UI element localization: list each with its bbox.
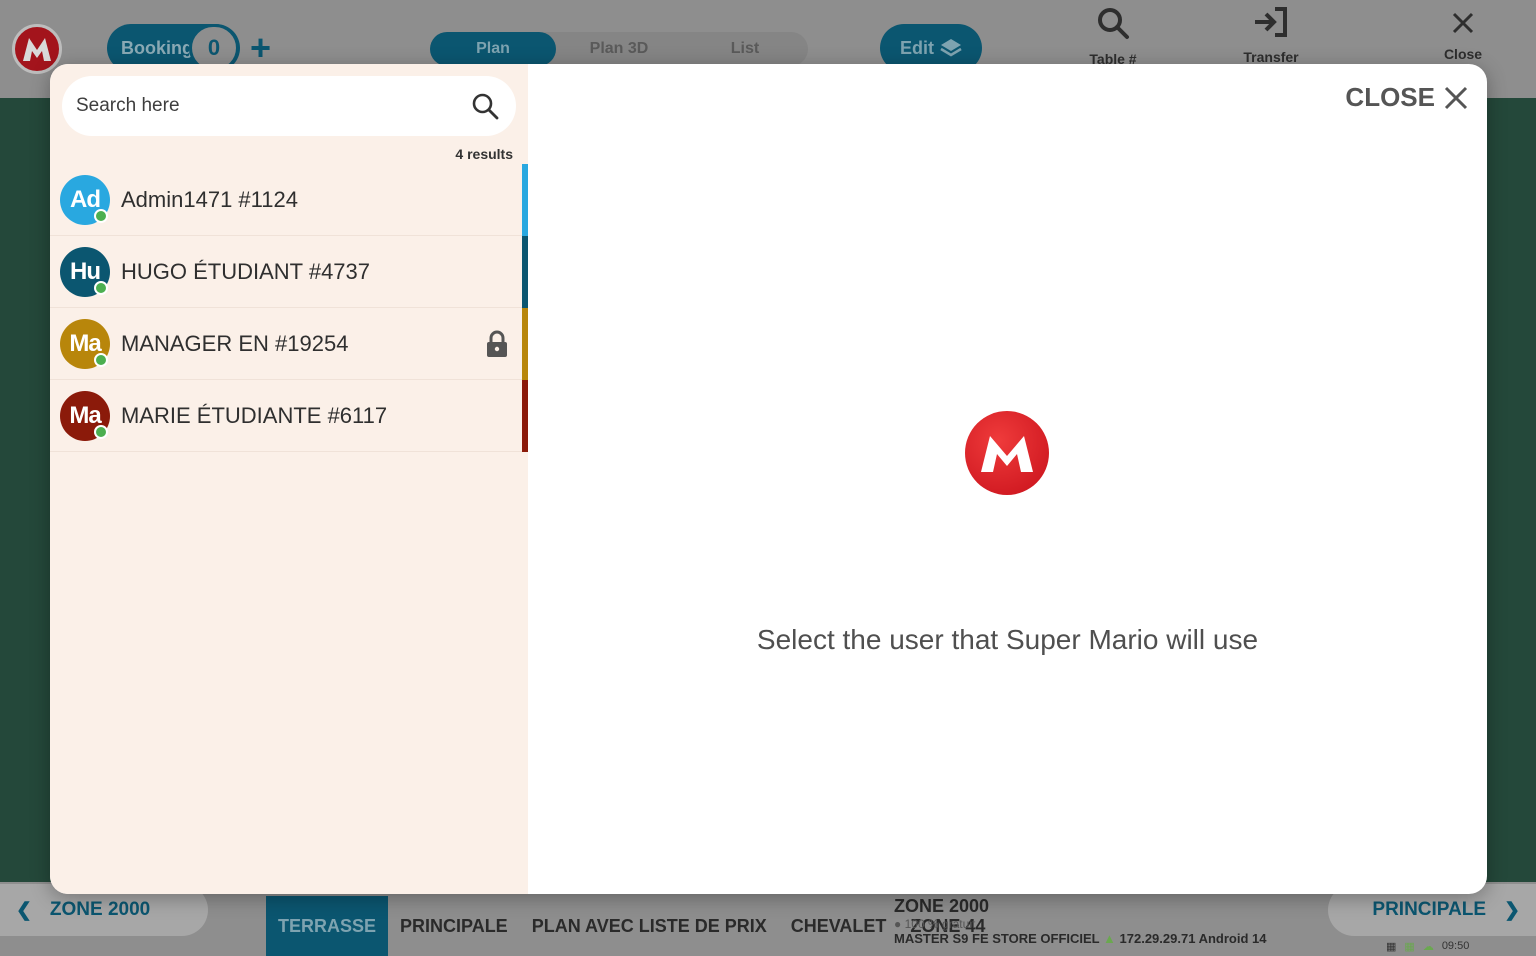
lock-icon <box>487 330 507 357</box>
device-name: MASTER S9 FE STORE OFFICIEL <box>894 931 1100 946</box>
zone-info: ZONE 2000 ● 100 % gratuit MASTER S9 FE S… <box>894 896 1274 956</box>
user-list: Ad Admin1471 #1124 Hu HUGO ÉTUDIANT #473… <box>50 164 528 452</box>
online-status-icon <box>94 208 108 223</box>
clock-time: 09:50 <box>1441 940 1470 952</box>
search-input[interactable] <box>76 95 470 117</box>
zone-info-title: ZONE 2000 <box>894 896 990 916</box>
user-row-admin1471[interactable]: Ad Admin1471 #1124 <box>50 164 528 236</box>
user-name: MANAGER EN #19254 <box>121 330 349 356</box>
user-name: Admin1471 #1124 <box>121 186 298 212</box>
online-status-icon <box>94 352 108 367</box>
user-row-manager[interactable]: Ma MANAGER EN #19254 <box>50 308 528 380</box>
search-icon[interactable] <box>470 91 500 121</box>
close-button[interactable]: CLOSE <box>1345 82 1469 113</box>
layers-icon <box>940 39 962 57</box>
instruction-text: Select the user that Super Mario will us… <box>756 624 1259 655</box>
avatar-initials: Hu <box>70 257 101 285</box>
zone-tab-terrasse[interactable]: TERRASSE <box>266 896 389 956</box>
user-row-marie[interactable]: Ma MARIE ÉTUDIANTE #6117 <box>50 380 528 452</box>
previous-zone-label: ZONE 2000 <box>49 899 151 920</box>
close-label: CLOSE <box>1345 82 1435 112</box>
zone-tab-plan-avec-liste[interactable]: PLAN AVEC LISTE DE PRIX <box>520 896 779 956</box>
online-status-icon <box>94 280 108 295</box>
tab-plan-3d[interactable]: Plan 3D <box>556 32 682 66</box>
wifi-icon: ▲ <box>1103 931 1116 946</box>
user-name: MARIE ÉTUDIANTE #6117 <box>121 402 388 428</box>
ip-address: 172.29.29.71 <box>1119 931 1196 946</box>
edit-label: Edit <box>900 37 934 58</box>
avatar: Ma <box>60 318 110 369</box>
tab-plan[interactable]: Plan <box>430 32 556 66</box>
table-search-button[interactable]: Table # <box>1068 6 1158 67</box>
avatar-initials: Ad <box>70 185 101 213</box>
super-mario-logo-icon <box>965 411 1049 495</box>
transfer-icon <box>1226 6 1316 49</box>
avatar: Ma <box>60 390 110 441</box>
view-tabs: Plan Plan 3D List <box>430 32 808 66</box>
user-name: HUGO ÉTUDIANT #4737 <box>121 258 371 284</box>
avatar: Hu <box>60 246 110 297</box>
tag-icon: ● <box>894 917 902 931</box>
close-icon <box>1444 86 1468 109</box>
user-row-hugo[interactable]: Hu HUGO ÉTUDIANT #4737 <box>50 236 528 308</box>
booking-label: Booking <box>121 37 193 58</box>
cloud-icon: ☁ <box>1422 940 1434 953</box>
magnifier-icon <box>1068 6 1158 51</box>
chevron-right-icon: ❯ <box>1504 899 1520 921</box>
online-status-icon <box>94 424 108 439</box>
transfer-button[interactable]: Transfer <box>1226 6 1316 66</box>
close-x-icon <box>1418 6 1508 46</box>
app-close-button[interactable]: Close <box>1418 6 1508 66</box>
avatar: Ad <box>60 174 110 225</box>
zone-tab-principale[interactable]: PRINCIPALE <box>388 896 520 956</box>
results-count: 4 results <box>455 146 513 162</box>
detail-pane: CLOSE Select the user that Super Mario w… <box>528 64 1487 894</box>
chevron-left-icon: ❮ <box>16 899 32 921</box>
os-version: Android 14 <box>1198 931 1267 946</box>
next-zone-label: PRINCIPALE <box>1372 899 1487 920</box>
flag-uk-icon: ▦ <box>1386 940 1397 953</box>
user-list-pane: 4 results Ad Admin1471 #1124 Hu HUGO ÉTU… <box>50 64 528 894</box>
database-icon: ▦ <box>1404 940 1415 953</box>
app-close-label: Close <box>1443 46 1483 62</box>
zone-tab-chevalet[interactable]: CHEVALET <box>779 896 899 956</box>
status-strip: ▦ ▦ ☁ 09:50 <box>1276 936 1536 956</box>
tab-list[interactable]: List <box>682 32 808 66</box>
user-select-modal: 4 results Ad Admin1471 #1124 Hu HUGO ÉTU… <box>50 64 1487 894</box>
zone-tabs: TERRASSE PRINCIPALE PLAN AVEC LISTE DE P… <box>266 896 997 956</box>
add-booking-icon[interactable]: + <box>250 30 271 66</box>
zone-info-subtitle: 100 % gratuit <box>904 917 976 931</box>
transfer-label: Transfer <box>1243 49 1299 65</box>
search-box <box>62 76 516 136</box>
